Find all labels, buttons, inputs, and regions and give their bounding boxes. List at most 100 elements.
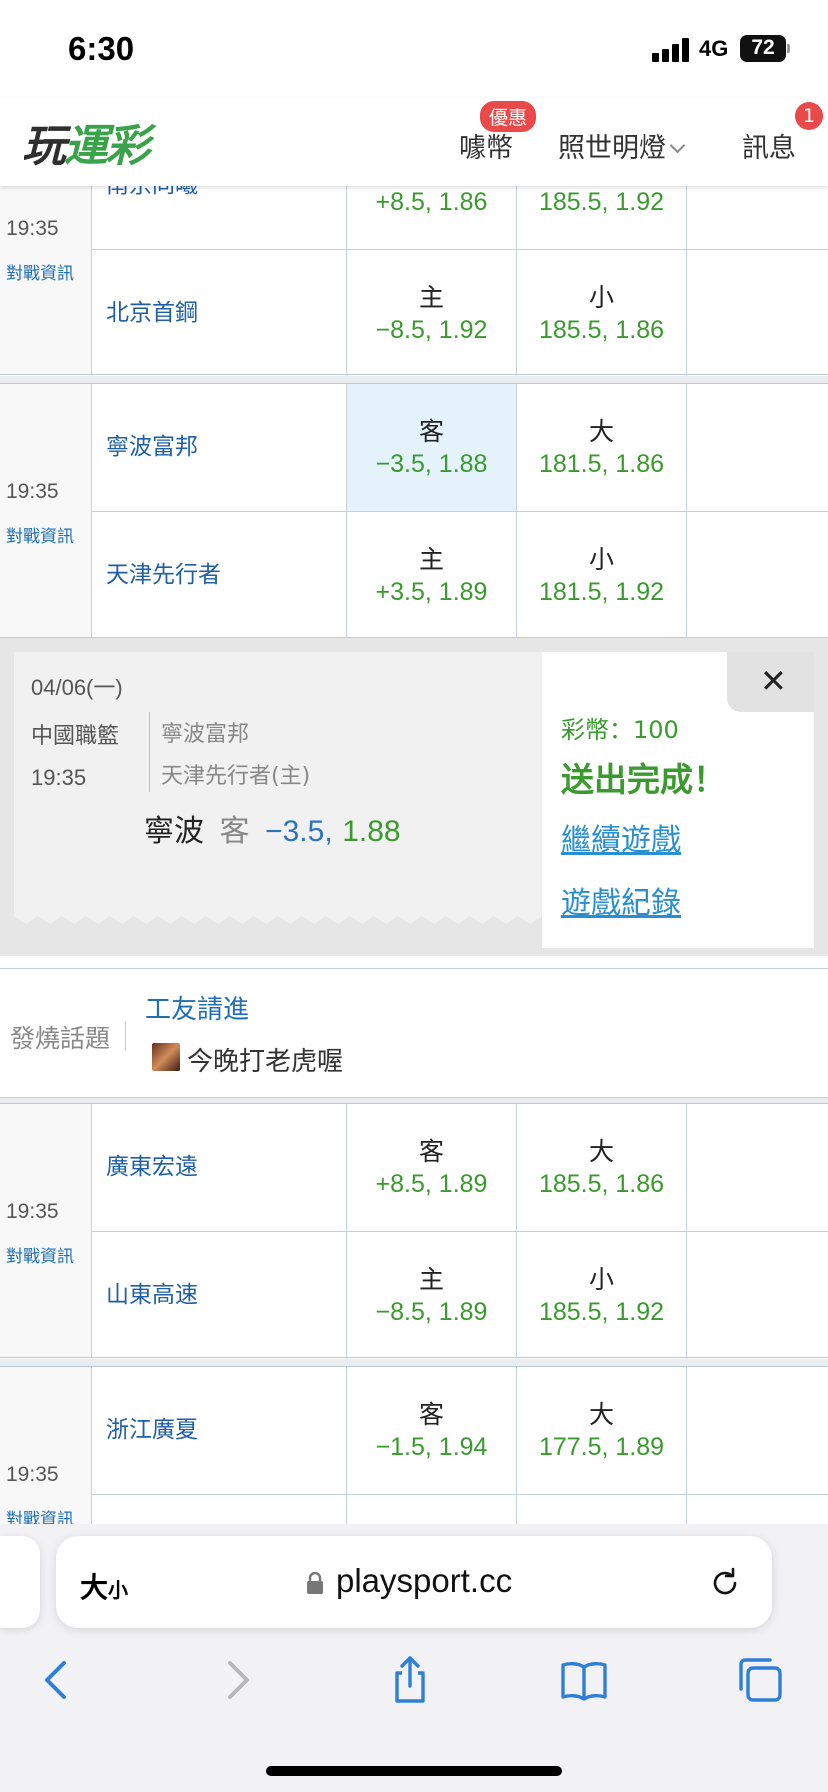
logo-text-2: 運彩 (64, 121, 150, 172)
matchup-info-link[interactable]: 對戰資訊 (6, 259, 74, 284)
tabs-icon[interactable] (735, 1655, 785, 1705)
game-row: 浙江廣夏 客 −1.5, 1.94 大 177.5, 1.89 (92, 1367, 828, 1494)
empty-odd-cell (686, 512, 828, 639)
spread-odd-label: 主 (418, 545, 444, 574)
total-odd-label: 大 (588, 1400, 614, 1429)
forward-icon[interactable] (211, 1655, 261, 1705)
total-odd-cell[interactable]: 大 181.5, 1.86 (516, 384, 686, 511)
total-odd-value: 185.5, 1.92 (538, 1298, 665, 1326)
game-row: 山東高速 主 −8.5, 1.89 小 185.5, 1.92 (92, 1231, 828, 1359)
spread-odd-cell-selected[interactable]: 客 −3.5, 1.88 (346, 384, 516, 511)
spread-odd-cell[interactable]: 主 −8.5, 1.89 (346, 1232, 516, 1359)
spread-odd-label: 客 (418, 1137, 444, 1166)
spread-odd-cell[interactable]: 主 +3.5, 1.89 (346, 512, 516, 639)
promo-badge: 優惠 (480, 101, 537, 132)
text-size-big: 大 (80, 1571, 109, 1604)
spread-odd-value: −8.5, 1.92 (375, 316, 488, 344)
ticket-status: 送出完成！ (561, 760, 726, 799)
empty-odd-cell (686, 1367, 828, 1494)
pick-side: 客 (219, 814, 250, 849)
reload-icon[interactable] (708, 1566, 742, 1600)
game-row: 廣東宏遠 客 +8.5, 1.89 大 185.5, 1.86 (92, 1104, 828, 1231)
url-text: playsport.cc (336, 1562, 513, 1599)
nav-user-menu[interactable]: 照世明燈 (558, 126, 686, 165)
spread-odd-cell[interactable]: 客 −1.5, 1.94 (346, 1367, 516, 1494)
spread-odd-label: 主 (418, 1265, 444, 1294)
game-time: 19:35 (6, 480, 59, 503)
logo-text-1: 玩 (22, 121, 66, 172)
game-history-link[interactable]: 遊戲紀錄 (561, 878, 681, 922)
ticket-league: 中國職籃 (31, 724, 120, 749)
pick-team: 寧波 (144, 814, 204, 849)
game-time: 19:35 (6, 1200, 59, 1223)
battery-icon: 72 (740, 35, 786, 62)
bookmarks-icon[interactable] (559, 1655, 609, 1705)
hot-topics-label: 發燒話題 (10, 1024, 111, 1053)
team-name[interactable]: 北京首鋼 (106, 250, 198, 377)
ticket-time: 19:35 (31, 765, 87, 790)
total-odd-label: 大 (588, 1137, 614, 1166)
address-bar[interactable]: 大小 playsport.cc (56, 1536, 772, 1628)
total-odd-value: 181.5, 1.92 (538, 578, 665, 606)
total-odd-cell[interactable]: 小 185.5, 1.92 (516, 1232, 686, 1359)
spread-odd-cell[interactable]: 客 +8.5, 1.89 (346, 1104, 516, 1231)
pick-price: 1.88 (342, 815, 401, 848)
game-time: 19:35 (6, 1463, 59, 1486)
app-header: 玩運彩 噱幣 優惠 照世明燈 訊息 1 (0, 98, 828, 186)
chevron-down-icon (669, 137, 686, 154)
empty-odd-cell (686, 384, 828, 511)
team-name[interactable]: 天津先行者 (106, 512, 221, 639)
game-row: 天津先行者 主 +3.5, 1.89 小 181.5, 1.92 (92, 511, 828, 639)
total-odd-label: 大 (588, 417, 614, 446)
total-odd-value: 185.5, 1.86 (538, 316, 665, 344)
matchup-info-link[interactable]: 對戰資訊 (6, 522, 74, 547)
total-odd-cell[interactable]: 大 177.5, 1.89 (516, 1367, 686, 1494)
game-time-cell: 19:35 對戰資訊 (0, 1104, 92, 1357)
empty-odd-cell (686, 1104, 828, 1231)
ticket-pick: 寧波 客 −3.5, 1.88 (144, 806, 401, 850)
total-odd-label: 小 (588, 545, 614, 574)
nav-user-label: 照世明燈 (558, 133, 666, 164)
text-size-small: 小 (108, 1578, 129, 1602)
spread-odd-label: 主 (418, 283, 444, 312)
team-name[interactable]: 山東高速 (106, 1232, 198, 1359)
total-odd-cell[interactable]: 小 181.5, 1.92 (516, 512, 686, 639)
battery-level: 72 (751, 36, 775, 59)
game-time: 19:35 (6, 217, 59, 240)
game-block: 19:35 對戰資訊 廣東宏遠 客 +8.5, 1.89 大 185.5, 1.… (0, 1103, 828, 1359)
team-name[interactable]: 寧波富邦 (106, 384, 198, 511)
empty-odd-cell (686, 1232, 828, 1359)
continue-game-link[interactable]: 繼續遊戲 (561, 815, 681, 859)
team-name[interactable]: 廣東宏遠 (106, 1104, 198, 1231)
text-size-button[interactable]: 大小 (80, 1566, 128, 1606)
close-icon[interactable]: ✕ (760, 663, 787, 699)
ticket-coins: 彩幣：100 (561, 716, 679, 744)
spread-odd-value: +3.5, 1.89 (375, 578, 488, 606)
total-odd-cell[interactable]: 大 185.5, 1.86 (516, 1104, 686, 1231)
total-odd-cell[interactable]: 小 185.5, 1.86 (516, 250, 686, 377)
total-odd-label: 小 (588, 283, 614, 312)
spread-odd-value: +8.5, 1.89 (375, 1170, 488, 1198)
ticket-zigzag-edge (14, 910, 542, 924)
matchup-info-link[interactable]: 對戰資訊 (6, 1242, 74, 1267)
topic-link[interactable]: 今晚打老虎喔 (187, 1041, 343, 1078)
team-name[interactable]: 浙江廣夏 (106, 1367, 198, 1494)
spread-odd-label: 客 (418, 417, 444, 446)
nav-messages[interactable]: 訊息 (742, 126, 796, 165)
topic-link[interactable]: 工友請進 (145, 989, 249, 1026)
lock-icon (307, 1572, 323, 1594)
hot-topics: 發燒話題 工友請進 今晚打老虎喔 (0, 968, 828, 1098)
back-icon[interactable] (33, 1655, 83, 1705)
spread-odd-value: −1.5, 1.94 (375, 1433, 488, 1461)
game-row: 寧波富邦 客 −3.5, 1.88 大 181.5, 1.86 (92, 384, 828, 511)
ticket-away-team: 寧波富邦 (161, 722, 250, 747)
spread-odd-cell[interactable]: 主 −8.5, 1.92 (346, 250, 516, 377)
previous-tab-preview[interactable] (0, 1536, 40, 1628)
spread-odd-value: −8.5, 1.89 (375, 1298, 488, 1326)
total-odd-value: 181.5, 1.86 (538, 450, 665, 478)
total-odd-label: 小 (588, 1265, 614, 1294)
ticket-home-team: 天津先行者(主) (161, 764, 311, 789)
share-icon[interactable] (385, 1655, 435, 1705)
site-logo[interactable]: 玩運彩 (22, 110, 150, 174)
network-type: 4G (699, 36, 729, 61)
